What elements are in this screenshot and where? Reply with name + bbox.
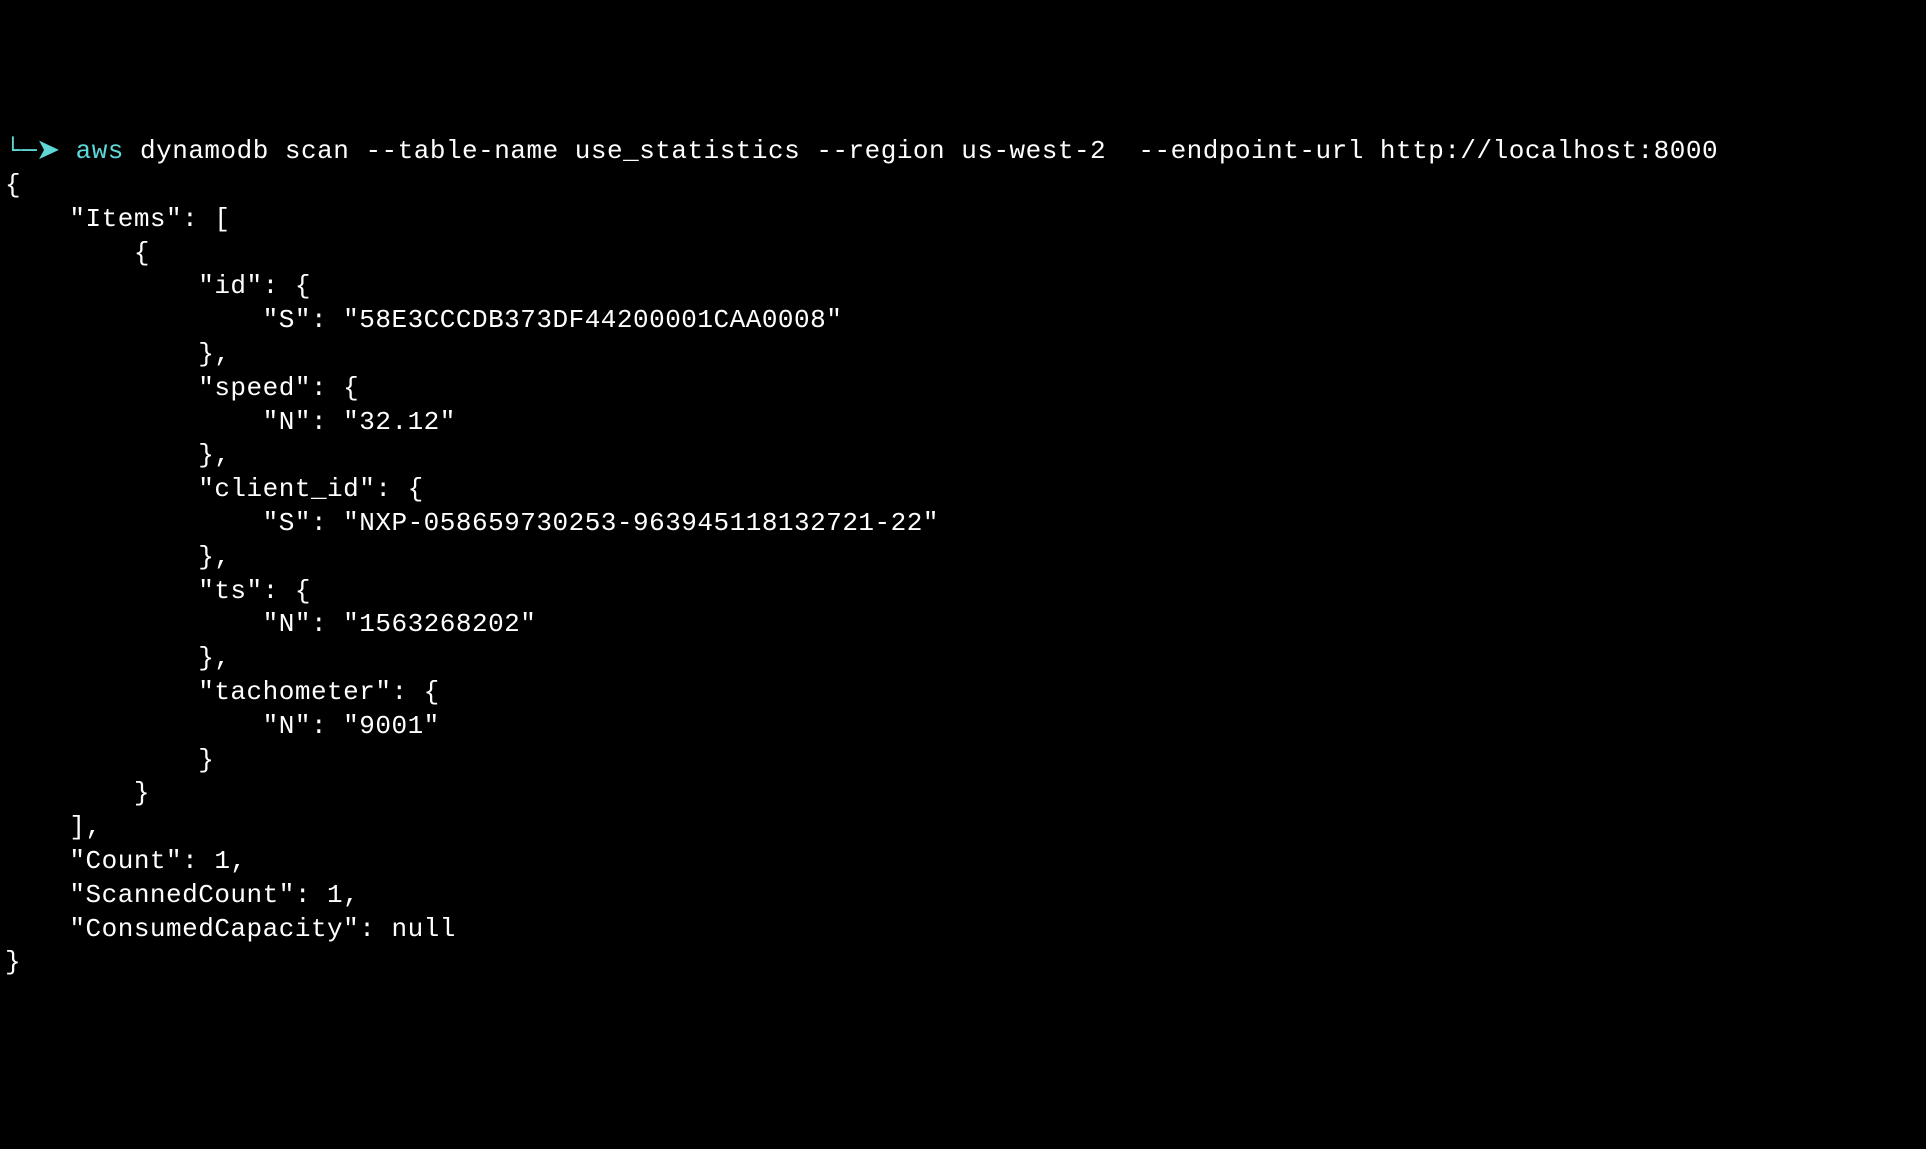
output-line: "N": "32.12" xyxy=(5,407,456,437)
output-line: ], xyxy=(5,812,102,842)
output-line: { xyxy=(5,238,150,268)
output-line: "S": "58E3CCCDB373DF44200001CAA0008" xyxy=(5,305,842,335)
prompt-arrow: └─➤ xyxy=(5,136,76,166)
output-line: }, xyxy=(5,643,230,673)
output-line: "N": "9001" xyxy=(5,711,440,741)
output-line: "speed": { xyxy=(5,373,359,403)
output-line: } xyxy=(5,745,214,775)
command-arguments: dynamodb scan --table-name use_statistic… xyxy=(124,136,1718,166)
output-line: "id": { xyxy=(5,271,311,301)
command-aws-keyword: aws xyxy=(76,136,124,166)
output-line: { xyxy=(5,170,21,200)
output-line: "Items": [ xyxy=(5,204,230,234)
output-line: "tachometer": { xyxy=(5,677,440,707)
output-line: "ts": { xyxy=(5,576,311,606)
output-line: } xyxy=(5,947,21,977)
output-line: "S": "NXP-058659730253-963945118132721-2… xyxy=(5,508,939,538)
output-line: "N": "1563268202" xyxy=(5,609,536,639)
output-line: }, xyxy=(5,339,230,369)
output-line: }, xyxy=(5,542,230,572)
terminal-window[interactable]: └─➤ aws dynamodb scan --table-name use_s… xyxy=(0,135,1926,980)
output-line: "client_id": { xyxy=(5,474,424,504)
output-line: }, xyxy=(5,440,230,470)
output-line: "ScannedCount": 1, xyxy=(5,880,359,910)
output-line: } xyxy=(5,778,150,808)
output-line: "ConsumedCapacity": null xyxy=(5,914,456,944)
output-line: "Count": 1, xyxy=(5,846,247,876)
